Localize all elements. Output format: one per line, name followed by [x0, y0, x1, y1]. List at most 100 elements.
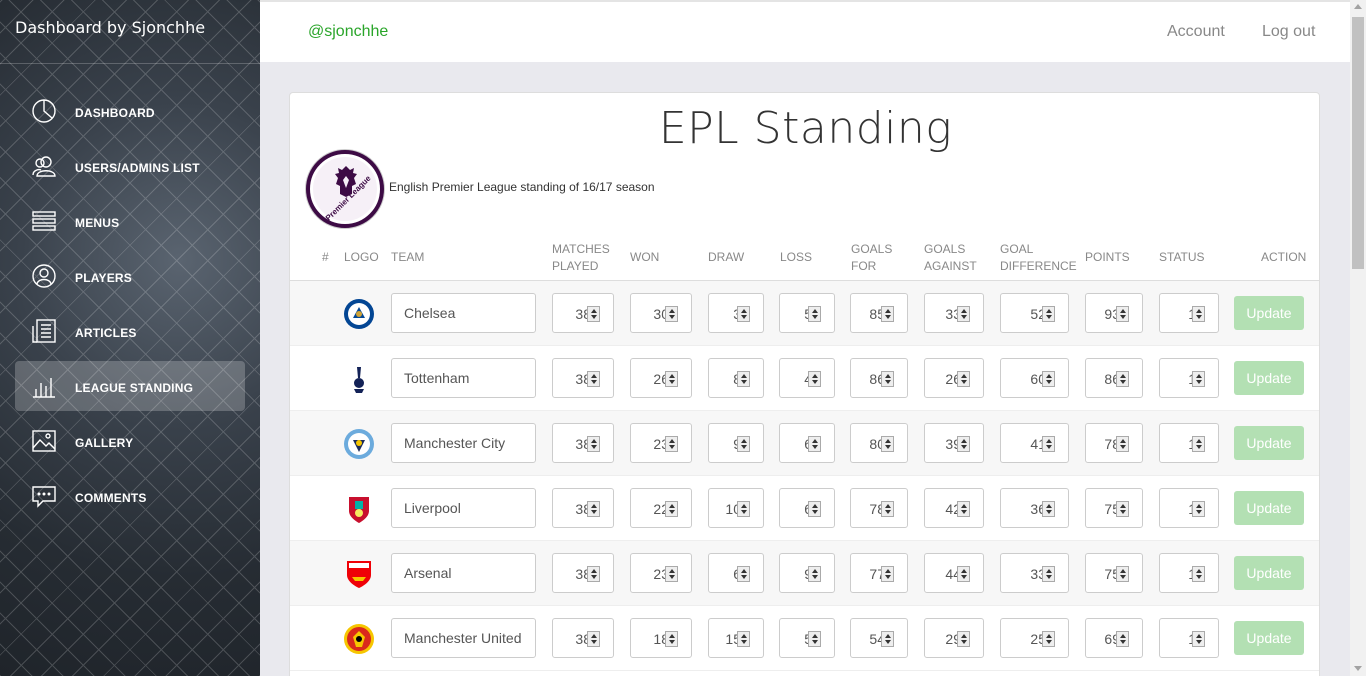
ga-number-input[interactable]: 39 [924, 423, 984, 463]
spinner-arrows-icon[interactable] [665, 631, 678, 647]
spinner-arrows-icon[interactable] [1116, 436, 1129, 452]
update-button[interactable]: Update [1234, 426, 1304, 460]
gf-number-input[interactable]: 78 [850, 488, 908, 528]
won-number-input[interactable]: 26 [630, 358, 692, 398]
points-number-input[interactable]: 75 [1085, 553, 1143, 593]
spinner-arrows-icon[interactable] [1042, 631, 1055, 647]
played-number-input[interactable]: 38 [552, 423, 614, 463]
spinner-arrows-icon[interactable] [881, 566, 894, 582]
update-button[interactable]: Update [1234, 296, 1304, 330]
spinner-arrows-icon[interactable] [957, 631, 970, 647]
spinner-arrows-icon[interactable] [587, 631, 600, 647]
spinner-arrows-icon[interactable] [957, 436, 970, 452]
won-number-input[interactable]: 18 [630, 618, 692, 658]
team-name-input[interactable] [391, 358, 536, 398]
draw-number-input[interactable]: 8 [708, 358, 764, 398]
spinner-arrows-icon[interactable] [737, 436, 750, 452]
gf-number-input[interactable]: 54 [850, 618, 908, 658]
spinner-arrows-icon[interactable] [1042, 436, 1055, 452]
spinner-arrows-icon[interactable] [808, 501, 821, 517]
update-button[interactable]: Update [1234, 491, 1304, 525]
loss-number-input[interactable]: 6 [779, 488, 835, 528]
spinner-arrows-icon[interactable] [665, 306, 678, 322]
spinner-arrows-icon[interactable] [1042, 306, 1055, 322]
spinner-arrows-icon[interactable] [737, 566, 750, 582]
user-handle[interactable]: @sjonchhe [308, 23, 388, 41]
spinner-arrows-icon[interactable] [881, 306, 894, 322]
spinner-arrows-icon[interactable] [957, 371, 970, 387]
logout-link[interactable]: Log out [1262, 23, 1315, 41]
spinner-arrows-icon[interactable] [1116, 501, 1129, 517]
status-number-input[interactable]: 1 [1159, 358, 1219, 398]
page-scrollbar[interactable] [1350, 0, 1366, 676]
status-number-input[interactable]: 1 [1159, 618, 1219, 658]
gf-number-input[interactable]: 86 [850, 358, 908, 398]
spinner-arrows-icon[interactable] [1192, 306, 1205, 322]
loss-number-input[interactable]: 6 [779, 423, 835, 463]
spinner-arrows-icon[interactable] [737, 501, 750, 517]
spinner-arrows-icon[interactable] [881, 436, 894, 452]
ga-number-input[interactable]: 42 [924, 488, 984, 528]
spinner-arrows-icon[interactable] [1042, 566, 1055, 582]
spinner-arrows-icon[interactable] [587, 501, 600, 517]
spinner-arrows-icon[interactable] [737, 631, 750, 647]
ga-number-input[interactable]: 26 [924, 358, 984, 398]
played-number-input[interactable]: 38 [552, 358, 614, 398]
spinner-arrows-icon[interactable] [1116, 631, 1129, 647]
scroll-down-arrow-icon[interactable] [1354, 666, 1362, 671]
spinner-arrows-icon[interactable] [957, 501, 970, 517]
update-button[interactable]: Update [1234, 621, 1304, 655]
status-number-input[interactable]: 1 [1159, 423, 1219, 463]
points-number-input[interactable]: 86 [1085, 358, 1143, 398]
played-number-input[interactable]: 38 [552, 618, 614, 658]
ga-number-input[interactable]: 33 [924, 293, 984, 333]
won-number-input[interactable]: 23 [630, 553, 692, 593]
spinner-arrows-icon[interactable] [587, 566, 600, 582]
scroll-up-arrow-icon[interactable] [1354, 4, 1362, 9]
spinner-arrows-icon[interactable] [1192, 436, 1205, 452]
won-number-input[interactable]: 30 [630, 293, 692, 333]
status-number-input[interactable]: 1 [1159, 488, 1219, 528]
sidebar-item-gallery[interactable]: GALLERY [15, 416, 245, 466]
status-number-input[interactable]: 1 [1159, 293, 1219, 333]
ga-number-input[interactable]: 29 [924, 618, 984, 658]
update-button[interactable]: Update [1234, 556, 1304, 590]
spinner-arrows-icon[interactable] [881, 501, 894, 517]
draw-number-input[interactable]: 6 [708, 553, 764, 593]
loss-number-input[interactable]: 9 [779, 553, 835, 593]
gf-number-input[interactable]: 77 [850, 553, 908, 593]
loss-number-input[interactable]: 5 [779, 293, 835, 333]
sidebar-item-menus[interactable]: MENUS [15, 196, 245, 246]
team-name-input[interactable] [391, 618, 536, 658]
spinner-arrows-icon[interactable] [808, 566, 821, 582]
points-number-input[interactable]: 78 [1085, 423, 1143, 463]
won-number-input[interactable]: 23 [630, 423, 692, 463]
team-name-input[interactable] [391, 293, 536, 333]
draw-number-input[interactable]: 3 [708, 293, 764, 333]
spinner-arrows-icon[interactable] [737, 306, 750, 322]
spinner-arrows-icon[interactable] [1042, 371, 1055, 387]
spinner-arrows-icon[interactable] [1116, 371, 1129, 387]
spinner-arrows-icon[interactable] [1192, 501, 1205, 517]
gd-number-input[interactable]: 25 [1000, 618, 1069, 658]
gd-number-input[interactable]: 52 [1000, 293, 1069, 333]
spinner-arrows-icon[interactable] [957, 566, 970, 582]
played-number-input[interactable]: 38 [552, 488, 614, 528]
gd-number-input[interactable]: 41 [1000, 423, 1069, 463]
status-number-input[interactable]: 1 [1159, 553, 1219, 593]
spinner-arrows-icon[interactable] [1192, 371, 1205, 387]
spinner-arrows-icon[interactable] [808, 371, 821, 387]
played-number-input[interactable]: 38 [552, 293, 614, 333]
points-number-input[interactable]: 69 [1085, 618, 1143, 658]
spinner-arrows-icon[interactable] [881, 631, 894, 647]
team-name-input[interactable] [391, 488, 536, 528]
sidebar-item-users-admins-list[interactable]: USERS/ADMINS LIST [15, 141, 245, 191]
spinner-arrows-icon[interactable] [1192, 631, 1205, 647]
gf-number-input[interactable]: 80 [850, 423, 908, 463]
draw-number-input[interactable]: 10 [708, 488, 764, 528]
update-button[interactable]: Update [1234, 361, 1304, 395]
won-number-input[interactable]: 22 [630, 488, 692, 528]
spinner-arrows-icon[interactable] [881, 371, 894, 387]
spinner-arrows-icon[interactable] [665, 501, 678, 517]
spinner-arrows-icon[interactable] [1192, 566, 1205, 582]
